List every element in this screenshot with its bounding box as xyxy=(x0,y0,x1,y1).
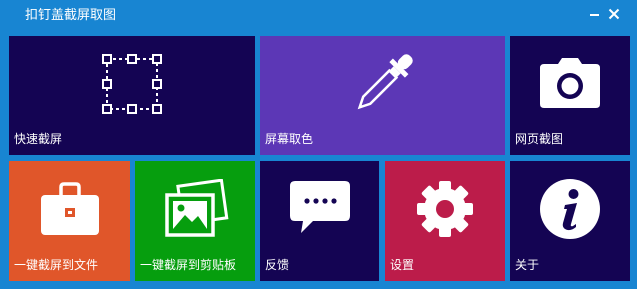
close-icon xyxy=(608,8,620,20)
tile-about[interactable]: 关于 xyxy=(510,161,630,281)
briefcase-icon xyxy=(41,182,99,235)
tile-label: 反馈 xyxy=(265,258,290,272)
tile-quick-screenshot[interactable]: 快速截屏 xyxy=(9,36,255,155)
tile-webpage-screenshot[interactable]: 网页截图 xyxy=(510,36,630,155)
tile-feedback[interactable]: 反馈 xyxy=(260,161,379,281)
tile-screenshot-to-file[interactable]: 一键截屏到文件 xyxy=(9,161,130,281)
eyedropper-icon xyxy=(357,54,413,110)
tile-color-picker[interactable]: 屏幕取色 xyxy=(260,36,505,155)
selection-frame-icon xyxy=(102,54,162,114)
gear-icon xyxy=(417,181,473,237)
tile-label: 屏幕取色 xyxy=(265,132,314,146)
chat-bubble-icon xyxy=(290,181,350,233)
pictures-icon xyxy=(165,179,229,237)
tile-settings[interactable]: 设置 xyxy=(385,161,505,281)
minimize-button[interactable] xyxy=(586,5,604,23)
tile-label: 设置 xyxy=(390,258,415,272)
close-button[interactable] xyxy=(605,5,623,23)
tile-screenshot-to-clipboard[interactable]: 一键截屏到剪贴板 xyxy=(135,161,255,281)
tile-label: 网页截图 xyxy=(515,132,564,146)
camera-icon xyxy=(540,58,600,108)
window-title: 扣钉盖截屏取图 xyxy=(25,8,117,23)
tile-label: 关于 xyxy=(515,258,540,272)
tile-label: 一键截屏到文件 xyxy=(14,258,99,272)
tile-label: 快速截屏 xyxy=(14,132,63,146)
info-icon xyxy=(540,179,600,239)
title-bar[interactable]: 扣钉盖截屏取图 xyxy=(0,0,637,34)
tile-label: 一键截屏到剪贴板 xyxy=(140,258,237,272)
minus-icon xyxy=(590,14,599,16)
